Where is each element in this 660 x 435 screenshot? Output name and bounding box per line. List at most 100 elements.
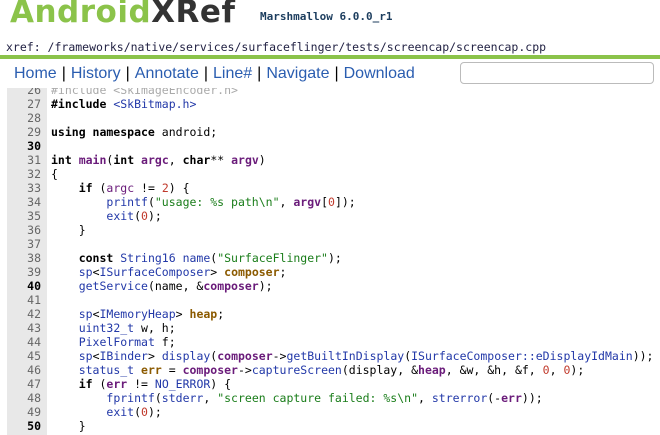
line-number[interactable]: 33	[7, 181, 41, 195]
line-number[interactable]: 49	[7, 405, 41, 419]
line-number[interactable]: 37	[7, 237, 41, 251]
code-token[interactable]: display	[162, 349, 210, 363]
code-token[interactable]: stderr	[162, 391, 204, 405]
code-token: , &w, &h, &f,	[445, 363, 543, 377]
line-number[interactable]: 28	[7, 111, 41, 125]
code-token: ,	[418, 391, 432, 405]
code-token[interactable]: uint32_t	[79, 321, 141, 335]
code-token[interactable]: getBuiltInDisplay	[286, 349, 404, 363]
code-token[interactable]: composer	[183, 363, 238, 377]
code-token[interactable]: sp	[79, 265, 93, 279]
version-label[interactable]: Marshmallow 6.0.0_r1	[260, 10, 392, 23]
code-token: char	[182, 153, 211, 167]
code-token: 2	[161, 181, 169, 195]
code-line: 39 sp<ISurfaceComposer> composer;	[7, 265, 660, 279]
code-token: ->	[272, 349, 287, 363]
code-token: !=	[134, 181, 162, 195]
code-token[interactable]: PixelFormat	[79, 335, 162, 349]
nav-home[interactable]: Home	[14, 60, 57, 88]
line-number[interactable]: 38	[7, 251, 41, 265]
code-token: (	[154, 391, 162, 405]
code-token[interactable]: IMemoryHeap	[100, 307, 176, 321]
line-number[interactable]: 36	[7, 223, 41, 237]
code-token[interactable]: exit	[106, 405, 134, 419]
line-number[interactable]: 27	[7, 97, 41, 111]
header-divider	[0, 55, 660, 59]
code-token[interactable]: NO_ERROR	[155, 377, 210, 391]
code-token[interactable]: status_t	[79, 363, 141, 377]
code-text: if (err != NO_ERROR) {	[51, 377, 231, 391]
code-token[interactable]: printf	[106, 195, 148, 209]
code-token[interactable]: composer	[217, 349, 272, 363]
line-number[interactable]: 31	[7, 153, 41, 167]
code-line: 29 using namespace android;	[7, 125, 660, 139]
code-token[interactable]: fprintf	[106, 391, 154, 405]
code-token[interactable]: heap	[190, 307, 218, 321]
code-token[interactable]: sp	[79, 349, 93, 363]
line-number[interactable]: 32	[7, 167, 41, 181]
code-token[interactable]: main	[79, 153, 107, 167]
line-number[interactable]: 43	[7, 321, 41, 335]
code-token: ,	[203, 391, 218, 405]
androidxref-logo[interactable]: AndroidXRef	[10, 0, 235, 30]
code-token[interactable]: sp	[79, 307, 93, 321]
code-token[interactable]: err	[141, 363, 162, 377]
code-token[interactable]: String16	[120, 251, 182, 265]
code-token[interactable]: composer	[203, 279, 258, 293]
line-number[interactable]: 35	[7, 209, 41, 223]
line-number[interactable]: 39	[7, 265, 41, 279]
code-token: <	[92, 349, 100, 363]
line-number[interactable]: 29	[7, 125, 41, 139]
code-line: 33 if (argc != 2) {	[7, 181, 660, 195]
line-number[interactable]: 46	[7, 363, 41, 377]
code-line: 27 #include <SkBitmap.h>	[7, 97, 660, 111]
breadcrumb-path[interactable]: /frameworks/native/services/surfacefling…	[48, 40, 547, 54]
code-line: 42 sp<IMemoryHeap> heap;	[7, 307, 660, 321]
line-number[interactable]: 44	[7, 335, 41, 349]
code-token: int	[113, 153, 142, 167]
code-token[interactable]: err	[501, 391, 522, 405]
code-token[interactable]: argc	[141, 153, 169, 167]
code-token: "screen capture failed: %s\n"	[217, 391, 418, 405]
code-token[interactable]: IBinder	[100, 349, 148, 363]
code-token[interactable]: composer	[224, 265, 279, 279]
code-token[interactable]: err	[106, 377, 127, 391]
line-number[interactable]: 26	[7, 88, 41, 97]
code-token[interactable]: argv	[293, 195, 321, 209]
code-token[interactable]: argv	[231, 153, 259, 167]
line-number[interactable]: 41	[7, 293, 41, 307]
code-token: #include <SkImageEncoder.h>	[51, 88, 238, 97]
line-number[interactable]: 48	[7, 391, 41, 405]
code-line: 40 getService(name, &composer);	[7, 279, 660, 293]
code-token: {	[51, 167, 58, 181]
line-number[interactable]: 30	[7, 139, 41, 153]
code-token[interactable]: heap	[418, 363, 446, 377]
code-token: (display, &	[341, 363, 419, 377]
code-token[interactable]: <SkBitmap.h>	[113, 97, 196, 111]
code-token: ,	[168, 153, 183, 167]
line-number[interactable]: 47	[7, 377, 41, 391]
nav-line-numbers[interactable]: Line#	[213, 60, 252, 88]
code-token[interactable]: name	[183, 251, 211, 265]
code-token[interactable]: ISurfaceComposer	[100, 265, 211, 279]
code-token: **	[210, 153, 232, 167]
nav-download[interactable]: Download	[344, 60, 415, 88]
code-token[interactable]: captureScreen	[252, 363, 342, 377]
code-token: ->	[237, 363, 252, 377]
nav-annotate[interactable]: Annotate	[135, 60, 199, 88]
code-token: [	[321, 195, 328, 209]
code-token[interactable]: exit	[106, 209, 134, 223]
line-number[interactable]: 42	[7, 307, 41, 321]
line-number[interactable]: 50	[7, 419, 41, 433]
nav-history[interactable]: History	[71, 60, 121, 88]
code-token[interactable]: strerror	[432, 391, 487, 405]
code-token[interactable]: getService	[79, 279, 148, 293]
line-number[interactable]: 45	[7, 349, 41, 363]
search-input[interactable]	[460, 62, 654, 84]
line-number[interactable]: 34	[7, 195, 41, 209]
code-token[interactable]: ISurfaceComposer::eDisplayIdMain	[411, 349, 633, 363]
nav-navigate[interactable]: Navigate	[266, 60, 329, 88]
line-number[interactable]: 40	[7, 279, 41, 293]
